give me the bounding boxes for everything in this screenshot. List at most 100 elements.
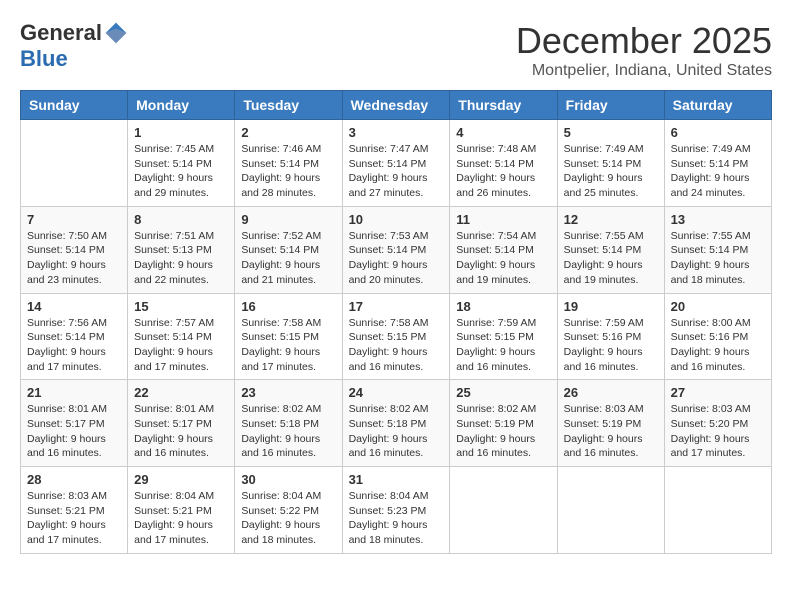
calendar-cell: 26 Sunrise: 8:03 AM Sunset: 5:19 PM Dayli… (557, 380, 664, 467)
day-header-monday: Monday (128, 91, 235, 120)
day-number: 10 (349, 212, 444, 227)
calendar-cell: 20Sunrise: 8:00 AM Sunset: 5:16 PM Dayli… (664, 293, 771, 380)
calendar-cell: 11Sunrise: 7:54 AM Sunset: 5:14 PM Dayli… (450, 206, 557, 293)
calendar-cell: 8 Sunrise: 7:51 AM Sunset: 5:13 PM Daylig… (128, 206, 235, 293)
logo-general: General (20, 20, 102, 46)
calendar-cell: 10 Sunrise: 7:53 AM Sunset: 5:14 PM Dayli… (342, 206, 450, 293)
calendar-cell: 21Sunrise: 8:01 AM Sunset: 5:17 PM Dayli… (21, 380, 128, 467)
day-info: Sunrise: 7:53 AM Sunset: 5:14 PM Dayligh… (349, 229, 444, 288)
day-info: Sunrise: 7:55 AM Sunset: 5:14 PM Dayligh… (671, 229, 765, 288)
calendar-cell: 6 Sunrise: 7:49 AM Sunset: 5:14 PM Daylig… (664, 120, 771, 207)
calendar-header-row: SundayMondayTuesdayWednesdayThursdayFrid… (21, 91, 772, 120)
calendar-cell: 18Sunrise: 7:59 AM Sunset: 5:15 PM Dayli… (450, 293, 557, 380)
calendar-cell: 31 Sunrise: 8:04 AM Sunset: 5:23 PM Dayli… (342, 467, 450, 554)
day-info: Sunrise: 8:02 AM Sunset: 5:19 PM Dayligh… (456, 402, 550, 461)
calendar-cell: 22Sunrise: 8:01 AM Sunset: 5:17 PM Dayli… (128, 380, 235, 467)
day-header-saturday: Saturday (664, 91, 771, 120)
location-title: Montpelier, Indiana, United States (516, 62, 772, 80)
day-number: 17 (349, 299, 444, 314)
day-info: Sunrise: 7:58 AM Sunset: 5:15 PM Dayligh… (349, 316, 444, 375)
day-info: Sunrise: 7:56 AM Sunset: 5:14 PM Dayligh… (27, 316, 121, 375)
day-header-sunday: Sunday (21, 91, 128, 120)
day-number: 30 (241, 472, 335, 487)
calendar-cell: 17 Sunrise: 7:58 AM Sunset: 5:15 PM Dayli… (342, 293, 450, 380)
calendar-week-4: 21Sunrise: 8:01 AM Sunset: 5:17 PM Dayli… (21, 380, 772, 467)
logo: General Blue (20, 20, 128, 72)
day-number: 7 (27, 212, 121, 227)
calendar-cell (21, 120, 128, 207)
day-number: 2 (241, 125, 335, 140)
day-info: Sunrise: 8:04 AM Sunset: 5:23 PM Dayligh… (349, 489, 444, 548)
day-header-thursday: Thursday (450, 91, 557, 120)
day-number: 31 (349, 472, 444, 487)
day-number: 19 (564, 299, 658, 314)
day-info: Sunrise: 7:48 AM Sunset: 5:14 PM Dayligh… (456, 142, 550, 201)
calendar-cell: 1 Sunrise: 7:45 AM Sunset: 5:14 PM Daylig… (128, 120, 235, 207)
calendar-cell: 25 Sunrise: 8:02 AM Sunset: 5:19 PM Dayli… (450, 380, 557, 467)
day-number: 28 (27, 472, 121, 487)
day-info: Sunrise: 7:49 AM Sunset: 5:14 PM Dayligh… (671, 142, 765, 201)
calendar-week-3: 14 Sunrise: 7:56 AM Sunset: 5:14 PM Dayli… (21, 293, 772, 380)
title-section: December 2025 Montpelier, Indiana, Unite… (516, 20, 772, 80)
day-header-wednesday: Wednesday (342, 91, 450, 120)
day-info: Sunrise: 8:01 AM Sunset: 5:17 PM Dayligh… (27, 402, 121, 461)
day-number: 27 (671, 385, 765, 400)
day-info: Sunrise: 7:57 AM Sunset: 5:14 PM Dayligh… (134, 316, 228, 375)
calendar-cell: 12 Sunrise: 7:55 AM Sunset: 5:14 PM Dayli… (557, 206, 664, 293)
day-number: 29 (134, 472, 228, 487)
day-info: Sunrise: 7:46 AM Sunset: 5:14 PM Dayligh… (241, 142, 335, 201)
day-number: 16 (241, 299, 335, 314)
calendar-cell: 4 Sunrise: 7:48 AM Sunset: 5:14 PM Daylig… (450, 120, 557, 207)
day-number: 1 (134, 125, 228, 140)
calendar-cell: 13Sunrise: 7:55 AM Sunset: 5:14 PM Dayli… (664, 206, 771, 293)
day-info: Sunrise: 8:04 AM Sunset: 5:21 PM Dayligh… (134, 489, 228, 548)
calendar-cell: 2 Sunrise: 7:46 AM Sunset: 5:14 PM Daylig… (235, 120, 342, 207)
day-info: Sunrise: 7:58 AM Sunset: 5:15 PM Dayligh… (241, 316, 335, 375)
day-info: Sunrise: 7:51 AM Sunset: 5:13 PM Dayligh… (134, 229, 228, 288)
day-info: Sunrise: 8:02 AM Sunset: 5:18 PM Dayligh… (241, 402, 335, 461)
day-info: Sunrise: 8:03 AM Sunset: 5:20 PM Dayligh… (671, 402, 765, 461)
day-info: Sunrise: 8:02 AM Sunset: 5:18 PM Dayligh… (349, 402, 444, 461)
day-info: Sunrise: 8:03 AM Sunset: 5:19 PM Dayligh… (564, 402, 658, 461)
calendar-cell: 9 Sunrise: 7:52 AM Sunset: 5:14 PM Daylig… (235, 206, 342, 293)
day-header-tuesday: Tuesday (235, 91, 342, 120)
day-number: 4 (456, 125, 550, 140)
calendar-table: SundayMondayTuesdayWednesdayThursdayFrid… (20, 90, 772, 554)
day-number: 26 (564, 385, 658, 400)
calendar-cell (557, 467, 664, 554)
day-info: Sunrise: 7:47 AM Sunset: 5:14 PM Dayligh… (349, 142, 444, 201)
day-number: 9 (241, 212, 335, 227)
day-info: Sunrise: 7:55 AM Sunset: 5:14 PM Dayligh… (564, 229, 658, 288)
calendar-cell: 27 Sunrise: 8:03 AM Sunset: 5:20 PM Dayli… (664, 380, 771, 467)
day-info: Sunrise: 7:59 AM Sunset: 5:15 PM Dayligh… (456, 316, 550, 375)
calendar-cell: 24 Sunrise: 8:02 AM Sunset: 5:18 PM Dayli… (342, 380, 450, 467)
logo-icon (104, 21, 128, 45)
day-number: 25 (456, 385, 550, 400)
day-number: 12 (564, 212, 658, 227)
day-number: 20 (671, 299, 765, 314)
day-number: 14 (27, 299, 121, 314)
calendar-cell: 3Sunrise: 7:47 AM Sunset: 5:14 PM Daylig… (342, 120, 450, 207)
day-number: 8 (134, 212, 228, 227)
calendar-cell: 15Sunrise: 7:57 AM Sunset: 5:14 PM Dayli… (128, 293, 235, 380)
day-number: 6 (671, 125, 765, 140)
day-info: Sunrise: 8:04 AM Sunset: 5:22 PM Dayligh… (241, 489, 335, 548)
calendar-cell: 5Sunrise: 7:49 AM Sunset: 5:14 PM Daylig… (557, 120, 664, 207)
calendar-cell: 29 Sunrise: 8:04 AM Sunset: 5:21 PM Dayli… (128, 467, 235, 554)
day-number: 24 (349, 385, 444, 400)
calendar-cell: 30 Sunrise: 8:04 AM Sunset: 5:22 PM Dayli… (235, 467, 342, 554)
calendar-cell (450, 467, 557, 554)
calendar-cell: 28 Sunrise: 8:03 AM Sunset: 5:21 PM Dayli… (21, 467, 128, 554)
day-info: Sunrise: 8:03 AM Sunset: 5:21 PM Dayligh… (27, 489, 121, 548)
calendar-cell: 23Sunrise: 8:02 AM Sunset: 5:18 PM Dayli… (235, 380, 342, 467)
day-number: 11 (456, 212, 550, 227)
calendar-cell: 14 Sunrise: 7:56 AM Sunset: 5:14 PM Dayli… (21, 293, 128, 380)
calendar-cell: 16 Sunrise: 7:58 AM Sunset: 5:15 PM Dayli… (235, 293, 342, 380)
day-info: Sunrise: 7:50 AM Sunset: 5:14 PM Dayligh… (27, 229, 121, 288)
day-info: Sunrise: 7:52 AM Sunset: 5:14 PM Dayligh… (241, 229, 335, 288)
day-header-friday: Friday (557, 91, 664, 120)
day-info: Sunrise: 7:49 AM Sunset: 5:14 PM Dayligh… (564, 142, 658, 201)
page-header: General Blue December 2025 Montpelier, I… (20, 20, 772, 80)
day-info: Sunrise: 7:45 AM Sunset: 5:14 PM Dayligh… (134, 142, 228, 201)
calendar-week-1: 1 Sunrise: 7:45 AM Sunset: 5:14 PM Daylig… (21, 120, 772, 207)
